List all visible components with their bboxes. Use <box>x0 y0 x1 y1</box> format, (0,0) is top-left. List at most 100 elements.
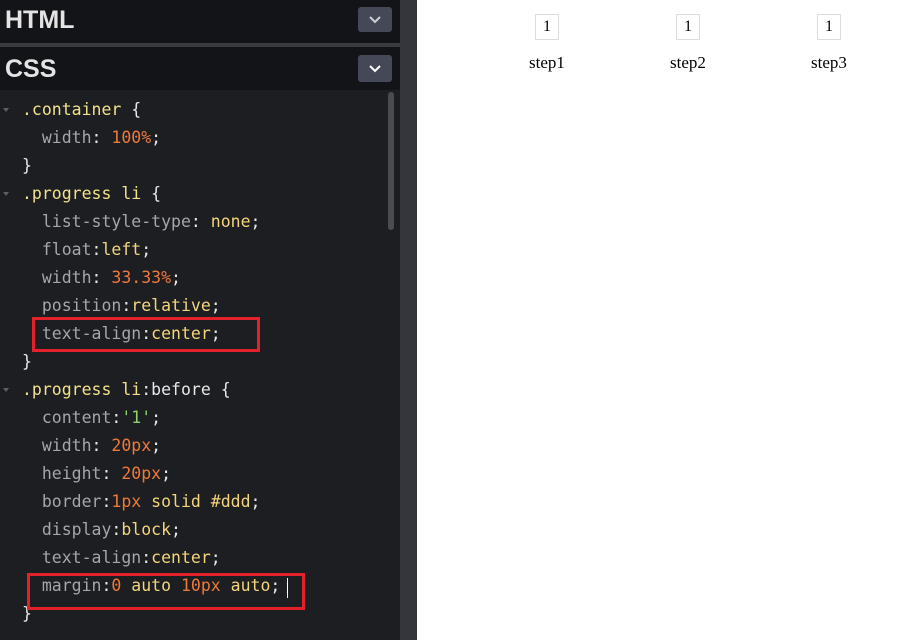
code-token: ; <box>161 464 172 483</box>
code-token: ; <box>171 268 181 287</box>
chevron-down-icon <box>369 64 381 72</box>
code-token: list-style-type <box>41 212 191 231</box>
code-token: float <box>41 240 92 259</box>
code-token: ; <box>171 520 181 539</box>
code-token: ; <box>151 436 162 455</box>
code-token: width <box>41 268 92 287</box>
code-line[interactable]: position:relative; <box>22 292 221 320</box>
highlight-margin-annotation <box>27 573 305 610</box>
code-token: 33.33% <box>111 268 172 287</box>
code-token: height <box>41 464 102 483</box>
css-code-area[interactable]: .container { width: 100%;} .progress li {… <box>0 90 400 640</box>
css-panel-header[interactable]: CSS <box>0 47 400 90</box>
code-token: { <box>121 100 142 119</box>
code-token: } <box>22 156 32 175</box>
code-token: { <box>141 184 162 203</box>
progress-step: 1 step1 <box>517 14 577 73</box>
code-line[interactable]: content:'1'; <box>22 404 161 432</box>
code-line[interactable]: width: 33.33%; <box>22 264 181 292</box>
code-line[interactable]: width: 100%; <box>22 124 161 152</box>
highlight-text-align-annotation <box>32 317 260 352</box>
code-token: 20px <box>111 436 152 455</box>
step-label: step2 <box>670 53 706 72</box>
code-line[interactable]: .container { <box>22 96 141 124</box>
code-line[interactable]: .progress li:before { <box>22 376 231 404</box>
code-token: '1' <box>121 408 152 427</box>
html-panel-header[interactable]: HTML <box>0 0 400 44</box>
code-token: 1px <box>111 492 142 511</box>
code-token: : <box>91 240 102 259</box>
code-token: 100% <box>111 128 152 147</box>
code-token: ; <box>151 408 162 427</box>
code-token: ; <box>141 240 152 259</box>
code-token: ; <box>210 296 221 315</box>
progress-step: 1 step2 <box>658 14 718 73</box>
code-token: .container <box>22 100 122 119</box>
code-line[interactable]: } <box>22 152 32 180</box>
html-panel-title: HTML <box>5 6 75 34</box>
code-scrollbar-thumb[interactable] <box>388 92 394 230</box>
code-token: text-align <box>41 548 142 567</box>
code-line[interactable]: list-style-type: none; <box>22 208 261 236</box>
code-token: center <box>151 548 211 567</box>
code-token: ; <box>151 128 162 147</box>
code-line[interactable]: border:1px solid #ddd; <box>22 488 261 516</box>
code-token: ; <box>250 492 261 511</box>
code-line[interactable]: width: 20px; <box>22 432 161 460</box>
code-token: : <box>121 296 132 315</box>
pane-resizer[interactable] <box>400 0 417 640</box>
code-token: :before { <box>141 380 231 399</box>
code-token: width <box>41 128 92 147</box>
chevron-down-icon <box>369 15 381 23</box>
preview-pane: 1 step1 1 step2 1 step3 <box>417 0 909 640</box>
html-collapse-button[interactable] <box>358 7 392 32</box>
code-token: : <box>101 492 112 511</box>
code-token: content <box>41 408 112 427</box>
step-label: step3 <box>811 53 847 72</box>
code-line[interactable]: } <box>22 348 32 376</box>
code-line[interactable]: display:block; <box>22 516 181 544</box>
fold-arrow-icon[interactable] <box>3 388 9 392</box>
step-number-box: 1 <box>676 14 700 40</box>
code-line[interactable]: .progress li { <box>22 180 161 208</box>
code-token: .progress li <box>22 380 142 399</box>
code-line[interactable]: height: 20px; <box>22 460 171 488</box>
code-token: } <box>22 352 32 371</box>
code-token: display <box>41 520 112 539</box>
text-caret <box>287 578 288 598</box>
code-token: left <box>101 240 142 259</box>
css-panel-title: CSS <box>5 55 57 83</box>
code-token: : <box>91 268 112 287</box>
code-line[interactable]: float:left; <box>22 236 151 264</box>
fold-arrow-icon[interactable] <box>3 192 9 196</box>
code-token: : <box>111 408 122 427</box>
css-collapse-button[interactable] <box>358 55 392 82</box>
code-token: : <box>91 128 112 147</box>
code-token: 20px <box>121 464 162 483</box>
code-token: ; <box>250 212 261 231</box>
step-number-box: 1 <box>535 14 559 40</box>
code-line[interactable]: text-align:center; <box>22 544 221 572</box>
fold-arrow-icon[interactable] <box>3 108 9 112</box>
code-token: solid #ddd <box>141 492 251 511</box>
code-editor: HTML CSS .container { width: 100%;} .prog… <box>0 0 400 640</box>
code-token: width <box>41 436 92 455</box>
code-token: block <box>121 520 172 539</box>
code-token: ; <box>210 548 221 567</box>
code-token: : <box>111 520 122 539</box>
code-token: border <box>41 492 102 511</box>
code-token: position <box>41 296 122 315</box>
code-token: : <box>190 212 211 231</box>
code-token: relative <box>131 296 211 315</box>
